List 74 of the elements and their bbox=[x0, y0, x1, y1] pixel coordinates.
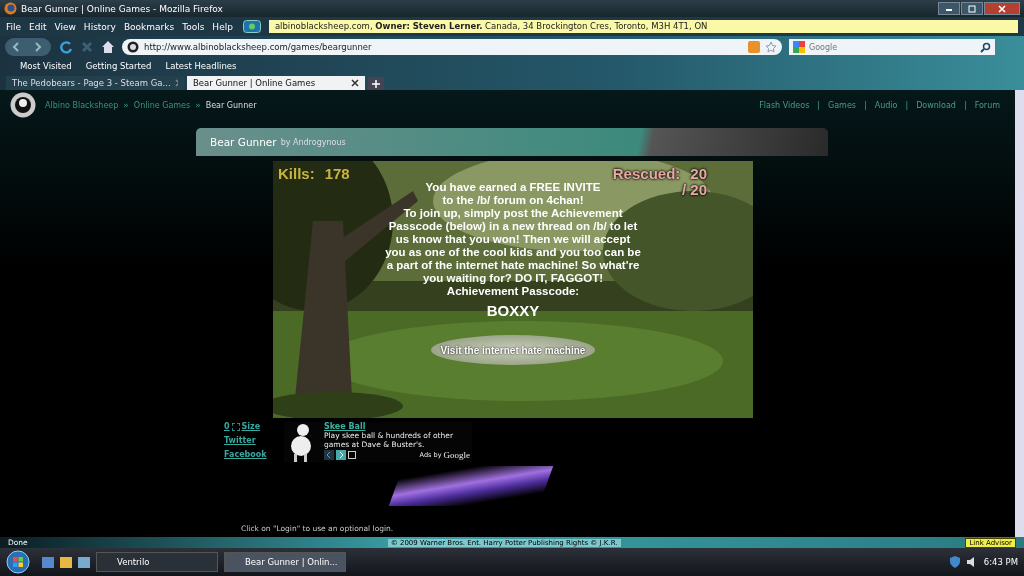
social-link[interactable]: Facebook bbox=[224, 450, 272, 459]
window-switch-icon[interactable] bbox=[78, 556, 90, 568]
passcode-label: Achievement Passcode: bbox=[446, 285, 580, 298]
taskbar-button[interactable]: Bear Gunner | Onlin... bbox=[224, 552, 346, 572]
nav-separator: | bbox=[905, 100, 909, 110]
sheep-logo-icon[interactable] bbox=[10, 92, 36, 118]
size-link[interactable]: Size bbox=[241, 422, 261, 431]
browser-tab[interactable]: Bear Gunner | Online Games bbox=[187, 76, 365, 90]
nav-link[interactable]: Download bbox=[916, 100, 956, 110]
menu-item[interactable]: History bbox=[83, 21, 116, 32]
rescued-count: 20 bbox=[690, 165, 707, 182]
taskbar-button[interactable]: Ventrilo bbox=[96, 552, 218, 572]
close-icon bbox=[997, 4, 1007, 13]
bookmark-link[interactable]: Latest Headlines bbox=[165, 61, 237, 71]
game-title: Bear Gunner bbox=[210, 136, 277, 148]
star-icon[interactable] bbox=[765, 41, 777, 53]
minimize-button[interactable] bbox=[938, 2, 960, 15]
feedback-icon[interactable] bbox=[348, 451, 356, 459]
search-field[interactable]: Google bbox=[789, 39, 995, 55]
nav-link[interactable]: Games bbox=[828, 100, 856, 110]
game-author: by Androgynous bbox=[280, 137, 346, 147]
close-button[interactable] bbox=[984, 2, 1020, 15]
bookmark-link[interactable]: Most Visited bbox=[20, 61, 72, 71]
nav-separator: | bbox=[963, 100, 967, 110]
menu-item[interactable]: Edit bbox=[29, 21, 47, 32]
kills-label: Kills: bbox=[278, 165, 315, 182]
ad-brand: Google bbox=[443, 450, 471, 460]
breadcrumb-link[interactable]: Online Games bbox=[133, 100, 191, 110]
resize-icon bbox=[231, 422, 240, 431]
maximize-button[interactable] bbox=[961, 2, 983, 15]
ad-title-link[interactable]: Skee Ball bbox=[324, 422, 472, 431]
search-icon[interactable] bbox=[980, 41, 991, 53]
browser-logo-icon bbox=[4, 2, 17, 15]
search-input[interactable]: Google bbox=[809, 42, 976, 52]
reload-icon[interactable] bbox=[59, 40, 73, 54]
menu-item[interactable]: File bbox=[6, 21, 22, 32]
nav-link[interactable]: Forum bbox=[974, 100, 1000, 110]
site-icon bbox=[127, 41, 139, 53]
bookmark-link[interactable]: Getting Started bbox=[85, 61, 152, 71]
menu-item[interactable]: View bbox=[54, 21, 76, 32]
plus-icon bbox=[372, 79, 380, 88]
folder-icon[interactable] bbox=[60, 556, 72, 568]
show-desktop-icon[interactable] bbox=[42, 556, 54, 568]
invite-message: You have earned a FREE INVITE to the /b/ forum on 4chan! To join up, simply post the Achievement Passcode (below) in a new thread on /b/ to let us know that you won! Then we will accept you as one of the cool kids and you too can be a part of the internet hate machine! So what're you waiting for? DO IT, FAGGOT! bbox=[385, 181, 641, 285]
size-link[interactable]: 0 bbox=[224, 422, 230, 431]
site-info-bar: albinoblacksheep.com, Owner: Steven Lerner. Canada, 34 Brockington Cres, Toronto, M3H 4T1, ON bbox=[268, 20, 1018, 33]
breadcrumb-link[interactable]: Albino Blacksheep bbox=[45, 100, 119, 110]
address-bar[interactable]: http://www.albinoblacksheep.com/games/beargunner bbox=[122, 39, 782, 55]
clock: 6:43 PM bbox=[983, 557, 1018, 567]
close-tab-icon[interactable] bbox=[351, 79, 359, 87]
breadcrumb-separator: » bbox=[123, 100, 129, 110]
addon-icon[interactable] bbox=[242, 20, 261, 33]
scrollbar[interactable] bbox=[1015, 90, 1024, 537]
kills-count: 178 bbox=[324, 165, 350, 182]
passcode: BOXXY bbox=[486, 302, 540, 319]
back-forward-icon[interactable] bbox=[4, 37, 52, 57]
menu-item[interactable]: Bookmarks bbox=[123, 21, 175, 32]
menu-item[interactable]: Tools bbox=[182, 21, 205, 32]
breadcrumb-separator: » bbox=[195, 100, 201, 110]
new-tab-button[interactable] bbox=[368, 77, 384, 90]
nav-link[interactable]: Flash Videos bbox=[759, 100, 810, 110]
start-button[interactable] bbox=[6, 550, 30, 574]
shield-icon[interactable] bbox=[949, 556, 960, 568]
home-icon[interactable] bbox=[101, 40, 115, 54]
nav-separator: | bbox=[817, 100, 820, 110]
social-link[interactable]: Twitter bbox=[224, 436, 272, 445]
nav-link[interactable]: Audio bbox=[874, 100, 898, 110]
browser-tab[interactable]: The Pedobears - Page 3 - Steam Ga... bbox=[6, 76, 184, 90]
menu-item[interactable]: Help bbox=[212, 21, 233, 32]
nav-separator: | bbox=[864, 100, 867, 110]
window-title: Bear Gunner | Online Games - Mozilla Firefox bbox=[21, 3, 223, 14]
previous-arrow-icon[interactable] bbox=[324, 450, 334, 460]
maximize-icon bbox=[967, 4, 977, 13]
rescued-label: Rescued: bbox=[612, 165, 681, 182]
